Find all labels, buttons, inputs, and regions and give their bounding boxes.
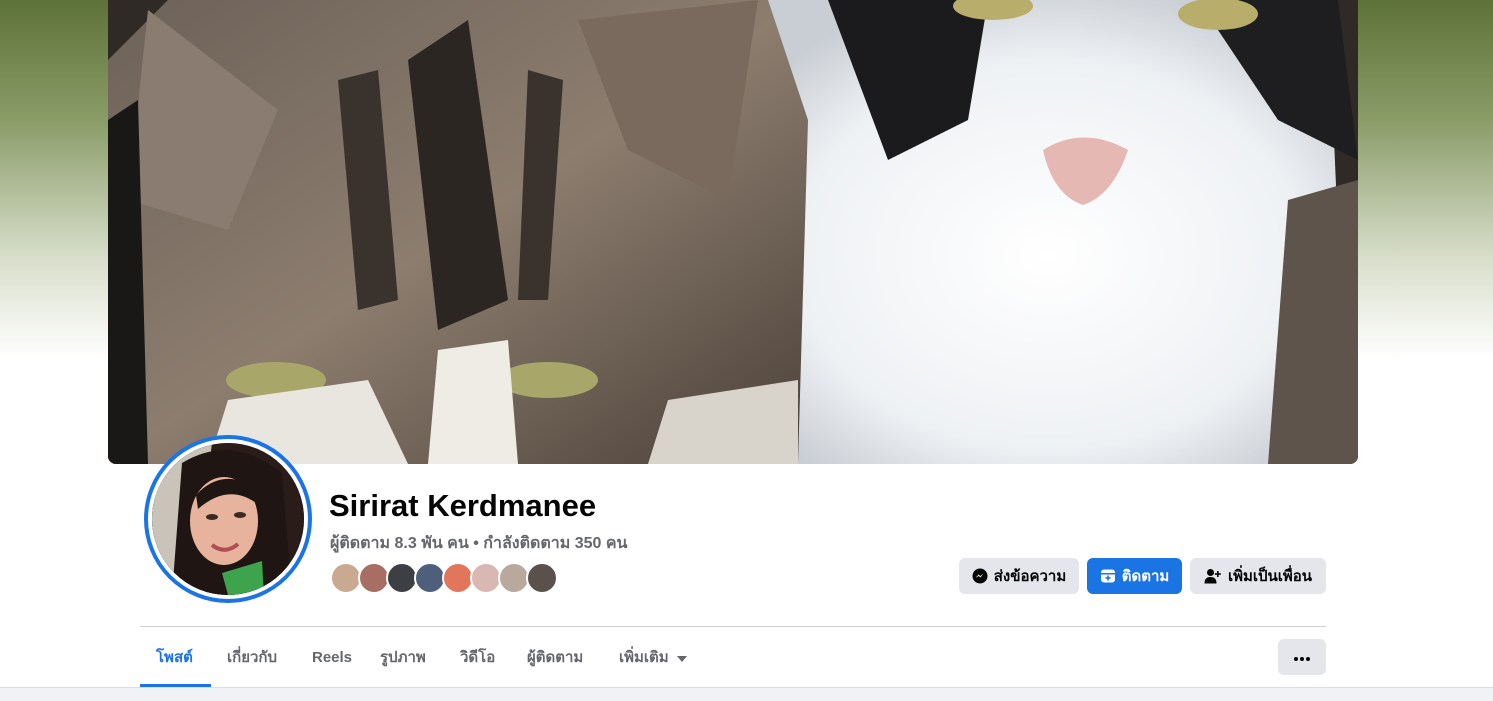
tab-label: Reels (312, 648, 353, 666)
cover-photo[interactable] (108, 0, 1358, 464)
tab-more[interactable]: เพิ่มเติม (619, 640, 687, 674)
add-friend-icon (1204, 568, 1222, 584)
tab-about[interactable]: เกี่ยวกับ (227, 640, 277, 674)
feed-background-strip (0, 687, 1493, 701)
profile-name: Sirirat Kerdmanee (329, 488, 597, 523)
caret-down-icon (676, 649, 687, 666)
profile-divider (140, 626, 1326, 627)
cover-photo-image (108, 0, 1358, 464)
ellipsis-icon (1294, 648, 1310, 666)
tab-label: เกี่ยวกับ (227, 649, 278, 666)
tab-photos[interactable]: รูปภาพ (380, 640, 426, 674)
tab-label: รูปภาพ (380, 649, 426, 666)
messenger-icon (972, 568, 988, 584)
follow-icon (1100, 568, 1116, 584)
tab-videos[interactable]: วิดีโอ (460, 640, 495, 674)
tab-label: โพสต์ (156, 649, 193, 666)
add-friend-button-label: เพิ่มเป็นเพื่อน (1227, 568, 1313, 585)
tab-reels[interactable]: Reels (312, 640, 352, 674)
avatar-image (152, 443, 304, 595)
friends-avatar-row[interactable] (330, 562, 570, 594)
tab-posts[interactable]: โพสต์ (156, 640, 193, 674)
follow-button[interactable]: ติดตาม (1087, 558, 1182, 594)
tab-label: ผู้ติดตาม (527, 649, 584, 666)
profile-stats[interactable]: ผู้ติดตาม 8.3 พัน คน • กำลังติดตาม 350 ค… (330, 531, 628, 556)
more-options-button[interactable] (1278, 639, 1326, 675)
friend-avatar[interactable] (526, 562, 558, 594)
add-friend-button[interactable]: เพิ่มเป็นเพื่อน (1190, 558, 1326, 594)
message-button-label: ส่งข้อความ (993, 568, 1067, 585)
tab-followers[interactable]: ผู้ติดตาม (527, 640, 583, 674)
follow-button-label: ติดตาม (1121, 568, 1170, 585)
message-button[interactable]: ส่งข้อความ (959, 558, 1079, 594)
avatar[interactable] (152, 443, 304, 595)
tab-label: เพิ่มเติม (619, 649, 669, 666)
tab-label: วิดีโอ (460, 649, 496, 666)
